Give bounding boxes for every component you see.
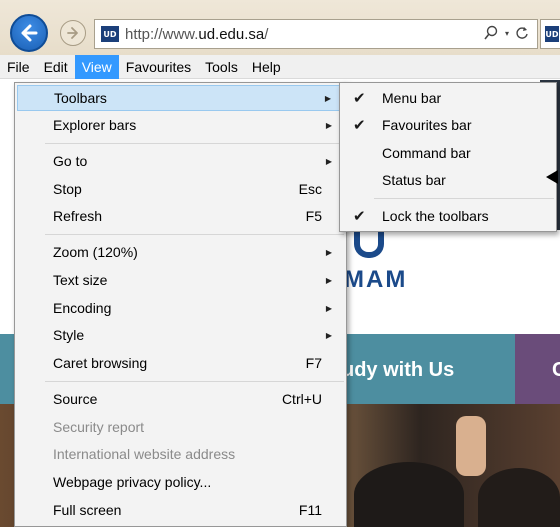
- url-prefix: http://www.: [125, 26, 199, 43]
- address-bar[interactable]: UD http://www.ud.edu.sa/ ▾: [94, 19, 538, 49]
- menu-item-shortcut: F11: [298, 502, 322, 518]
- menu-separator: [45, 381, 344, 382]
- submenu-arrow-icon: ▶: [324, 93, 331, 103]
- menu-item-label: Toolbars: [54, 90, 107, 106]
- menu-item-label: Full screen: [53, 502, 122, 518]
- checkmark-icon: ✔: [353, 117, 366, 134]
- menu-view[interactable]: View: [74, 54, 119, 79]
- browser-tab[interactable]: UD: [540, 19, 560, 49]
- menu-separator: [374, 198, 554, 199]
- back-arrow-icon: [21, 24, 38, 42]
- submenu-arrow-icon: ▶: [325, 303, 332, 313]
- view-menu-explorer-bars[interactable]: Explorer bars ▶: [17, 112, 344, 138]
- menu-item-label: Caret browsing: [53, 355, 148, 371]
- view-menu-full-screen[interactable]: Full screen F11: [17, 497, 344, 523]
- view-menu-privacy-policy[interactable]: Webpage privacy policy...: [17, 469, 344, 495]
- view-menu-refresh[interactable]: Refresh F5: [17, 203, 344, 229]
- menu-item-label: International website address: [53, 446, 236, 462]
- toolbars-status-bar[interactable]: Status bar: [342, 167, 554, 193]
- search-icon[interactable]: [483, 25, 499, 41]
- menu-item-label: Style: [53, 327, 85, 343]
- toolbars-submenu: ✔ Menu bar ✔ Favourites bar Command bar …: [339, 82, 557, 232]
- toolbars-favourites-bar[interactable]: ✔ Favourites bar: [342, 112, 554, 138]
- forward-button[interactable]: [60, 20, 86, 46]
- menu-item-label: Text size: [53, 272, 108, 288]
- logo-text: MAM: [344, 266, 408, 293]
- checkmark-icon: ✔: [353, 90, 366, 107]
- menu-help[interactable]: Help: [245, 55, 288, 79]
- menu-separator: [45, 234, 344, 235]
- menu-item-label: Webpage privacy policy...: [53, 474, 212, 490]
- menu-item-shortcut: F5: [305, 208, 322, 224]
- menu-item-label: Lock the toolbars: [382, 208, 489, 224]
- person-figure: [354, 462, 464, 527]
- mouse-cursor-icon: [546, 170, 558, 184]
- menu-item-label: Stop: [53, 181, 82, 197]
- menu-item-label: Refresh: [53, 208, 103, 224]
- search-dropdown-icon[interactable]: ▾: [505, 29, 509, 38]
- address-icons: ▾: [483, 25, 529, 41]
- menu-item-label: Favourites bar: [382, 117, 472, 133]
- view-menu-security-report: Security report: [17, 414, 344, 440]
- view-menu-toolbars[interactable]: Toolbars ▶: [17, 85, 344, 111]
- menu-item-label: Source: [53, 391, 98, 407]
- menu-separator: [45, 143, 344, 144]
- view-menu-zoom[interactable]: Zoom (120%) ▶: [17, 239, 344, 265]
- submenu-arrow-icon: ▶: [325, 120, 332, 130]
- view-menu-caret-browsing[interactable]: Caret browsing F7: [17, 350, 344, 376]
- menu-item-label: Explorer bars: [53, 117, 137, 133]
- menu-item-shortcut: Esc: [298, 181, 322, 197]
- site-favicon: UD: [101, 26, 119, 42]
- url-suffix: /: [264, 26, 269, 43]
- person-figure: [478, 468, 560, 527]
- menu-edit[interactable]: Edit: [37, 55, 75, 79]
- tab-favicon: UD: [545, 26, 559, 42]
- menu-tools[interactable]: Tools: [198, 55, 245, 79]
- view-menu: Toolbars ▶ Explorer bars ▶ Go to ▶ Stop …: [14, 82, 347, 527]
- menu-favourites[interactable]: Favourites: [119, 55, 198, 79]
- menu-item-label: Go to: [53, 153, 88, 169]
- submenu-arrow-icon: ▶: [325, 156, 332, 166]
- menu-item-label: Menu bar: [382, 90, 442, 106]
- view-menu-text-size[interactable]: Text size ▶: [17, 267, 344, 293]
- toolbars-lock-toolbars[interactable]: ✔ Lock the toolbars: [342, 203, 554, 229]
- menu-item-label: Encoding: [53, 300, 112, 316]
- view-menu-style[interactable]: Style ▶: [17, 322, 344, 348]
- menu-item-label: Command bar: [382, 145, 471, 161]
- menu-bar: File Edit View Favourites Tools Help: [0, 54, 560, 79]
- hand-figure: [456, 416, 486, 476]
- submenu-arrow-icon: ▶: [325, 247, 332, 257]
- refresh-icon[interactable]: [515, 26, 529, 40]
- view-menu-source[interactable]: Source Ctrl+U: [17, 386, 344, 412]
- menu-item-label: Security report: [53, 419, 145, 435]
- study-with-us-text[interactable]: udy with Us: [342, 359, 454, 382]
- browser-chrome: UD http://www.ud.edu.sa/ ▾ UD: [0, 0, 560, 55]
- submenu-arrow-icon: ▶: [325, 330, 332, 340]
- menu-file[interactable]: File: [0, 55, 37, 79]
- checkmark-icon: ✔: [353, 208, 366, 225]
- submenu-arrow-icon: ▶: [325, 275, 332, 285]
- back-button[interactable]: [10, 14, 48, 52]
- toolbars-command-bar[interactable]: Command bar: [342, 140, 554, 166]
- menu-item-label: Zoom (120%): [53, 244, 138, 260]
- view-menu-international-address: International website address: [17, 441, 344, 467]
- menu-item-label: Status bar: [382, 172, 446, 188]
- view-menu-go-to[interactable]: Go to ▶: [17, 148, 344, 174]
- menu-item-shortcut: Ctrl+U: [281, 391, 322, 407]
- toolbars-menu-bar[interactable]: ✔ Menu bar: [342, 85, 554, 111]
- url-text[interactable]: http://www.ud.edu.sa/: [125, 26, 268, 43]
- menu-item-shortcut: F7: [305, 355, 322, 371]
- view-menu-stop[interactable]: Stop Esc: [17, 176, 344, 202]
- url-domain: ud.edu.sa: [198, 26, 265, 43]
- view-menu-encoding[interactable]: Encoding ▶: [17, 295, 344, 321]
- secondary-banner-text[interactable]: C: [552, 359, 560, 382]
- forward-arrow-icon: [67, 27, 78, 39]
